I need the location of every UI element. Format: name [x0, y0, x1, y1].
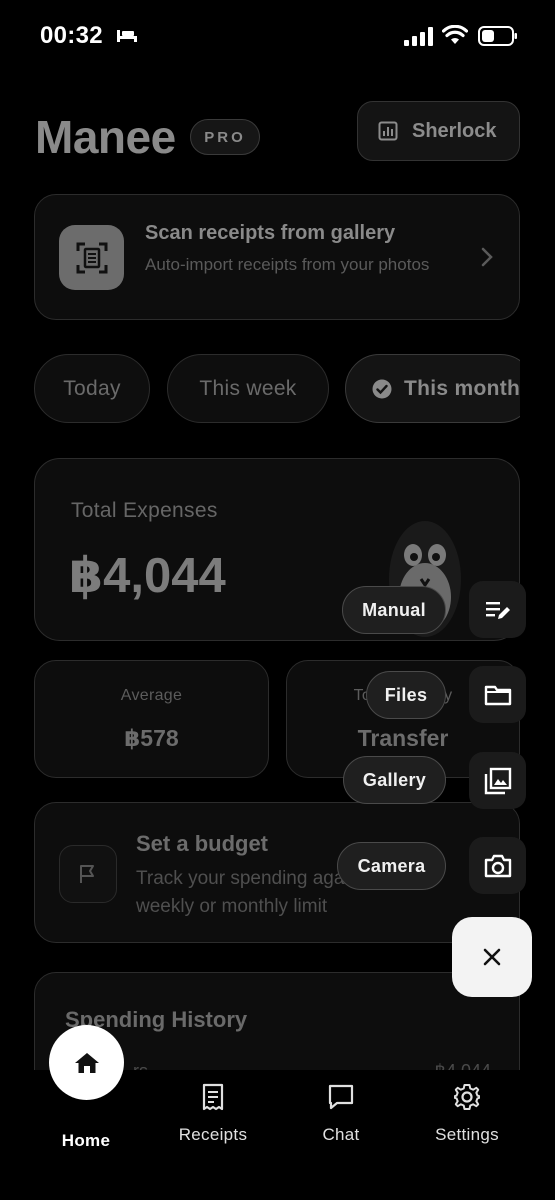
fab-files-button[interactable] — [469, 666, 526, 723]
average-stat-card: Average ฿578 — [34, 660, 269, 778]
nav-chat[interactable]: Chat — [286, 1082, 396, 1145]
analytics-icon — [378, 121, 398, 141]
gallery-icon — [484, 767, 511, 794]
nav-receipts-label: Receipts — [178, 1125, 248, 1144]
gear-icon — [454, 1084, 480, 1110]
fab-files-text: Files — [384, 684, 428, 705]
fab-manual-label[interactable]: Manual — [342, 586, 446, 634]
chip-today-label: Today — [63, 376, 121, 400]
camera-icon — [484, 854, 511, 877]
fab-camera-text: Camera — [357, 855, 426, 876]
receipt-icon — [202, 1083, 224, 1111]
set-budget-card[interactable]: Set a budget Track your spending against… — [34, 802, 520, 943]
sherlock-label: Sherlock — [412, 119, 497, 142]
home-active-indicator[interactable] — [49, 1025, 124, 1100]
nav-chat-label: Chat — [322, 1125, 360, 1144]
fab-gallery-text: Gallery — [362, 769, 427, 790]
scan-card-title: Scan receipts from gallery — [145, 222, 396, 244]
nav-settings[interactable]: Settings — [412, 1082, 522, 1145]
total-expenses-card: Total Expenses ฿4,044 — [34, 458, 520, 641]
chip-this-week-label: This week — [199, 376, 297, 400]
fab-manual-text: Manual — [362, 599, 426, 620]
average-value: ฿578 — [124, 725, 179, 751]
average-label: Average — [120, 687, 183, 704]
fab-gallery-button[interactable] — [469, 752, 526, 809]
budget-title: Set a budget — [136, 831, 269, 856]
chip-today[interactable]: Today — [34, 354, 150, 423]
scan-icon-box — [59, 225, 124, 290]
nav-settings-label: Settings — [435, 1125, 499, 1144]
nav-receipts[interactable]: Receipts — [158, 1082, 268, 1145]
budget-icon-box — [59, 845, 117, 903]
chip-this-week[interactable]: This week — [167, 354, 329, 423]
chip-this-month-label: This month — [404, 376, 520, 400]
fab-close-button[interactable] — [452, 917, 532, 997]
close-icon — [483, 948, 501, 966]
chevron-right-icon — [481, 247, 493, 267]
document-scanner-icon — [76, 242, 107, 273]
total-expenses-value: ฿4,044 — [69, 549, 226, 603]
sherlock-button[interactable]: Sherlock — [357, 101, 520, 161]
folder-icon — [484, 685, 511, 705]
top-category-value: Transfer — [357, 725, 449, 751]
scan-card-subtitle: Auto-import receipts from your photos — [145, 255, 430, 274]
nav-home-label: Home — [61, 1131, 111, 1150]
fab-camera-button[interactable] — [469, 837, 526, 894]
home-icon — [74, 1052, 99, 1073]
fab-manual-button[interactable] — [469, 581, 526, 638]
check-circle-icon — [372, 379, 392, 398]
fab-gallery-label[interactable]: Gallery — [343, 756, 446, 804]
fab-files-label[interactable]: Files — [366, 671, 446, 719]
chat-icon — [328, 1084, 354, 1110]
fab-camera-label[interactable]: Camera — [337, 842, 446, 890]
chip-this-month[interactable]: This month — [345, 354, 520, 423]
app-title: Manee — [35, 111, 176, 163]
pro-badge: PRO — [190, 119, 260, 155]
total-expenses-label: Total Expenses — [71, 499, 218, 522]
flag-icon — [80, 865, 94, 883]
scan-receipts-card[interactable]: Scan receipts from gallery Auto-import r… — [34, 194, 520, 320]
period-chips: Today This week This month — [0, 340, 520, 440]
edit-note-icon — [485, 601, 510, 619]
